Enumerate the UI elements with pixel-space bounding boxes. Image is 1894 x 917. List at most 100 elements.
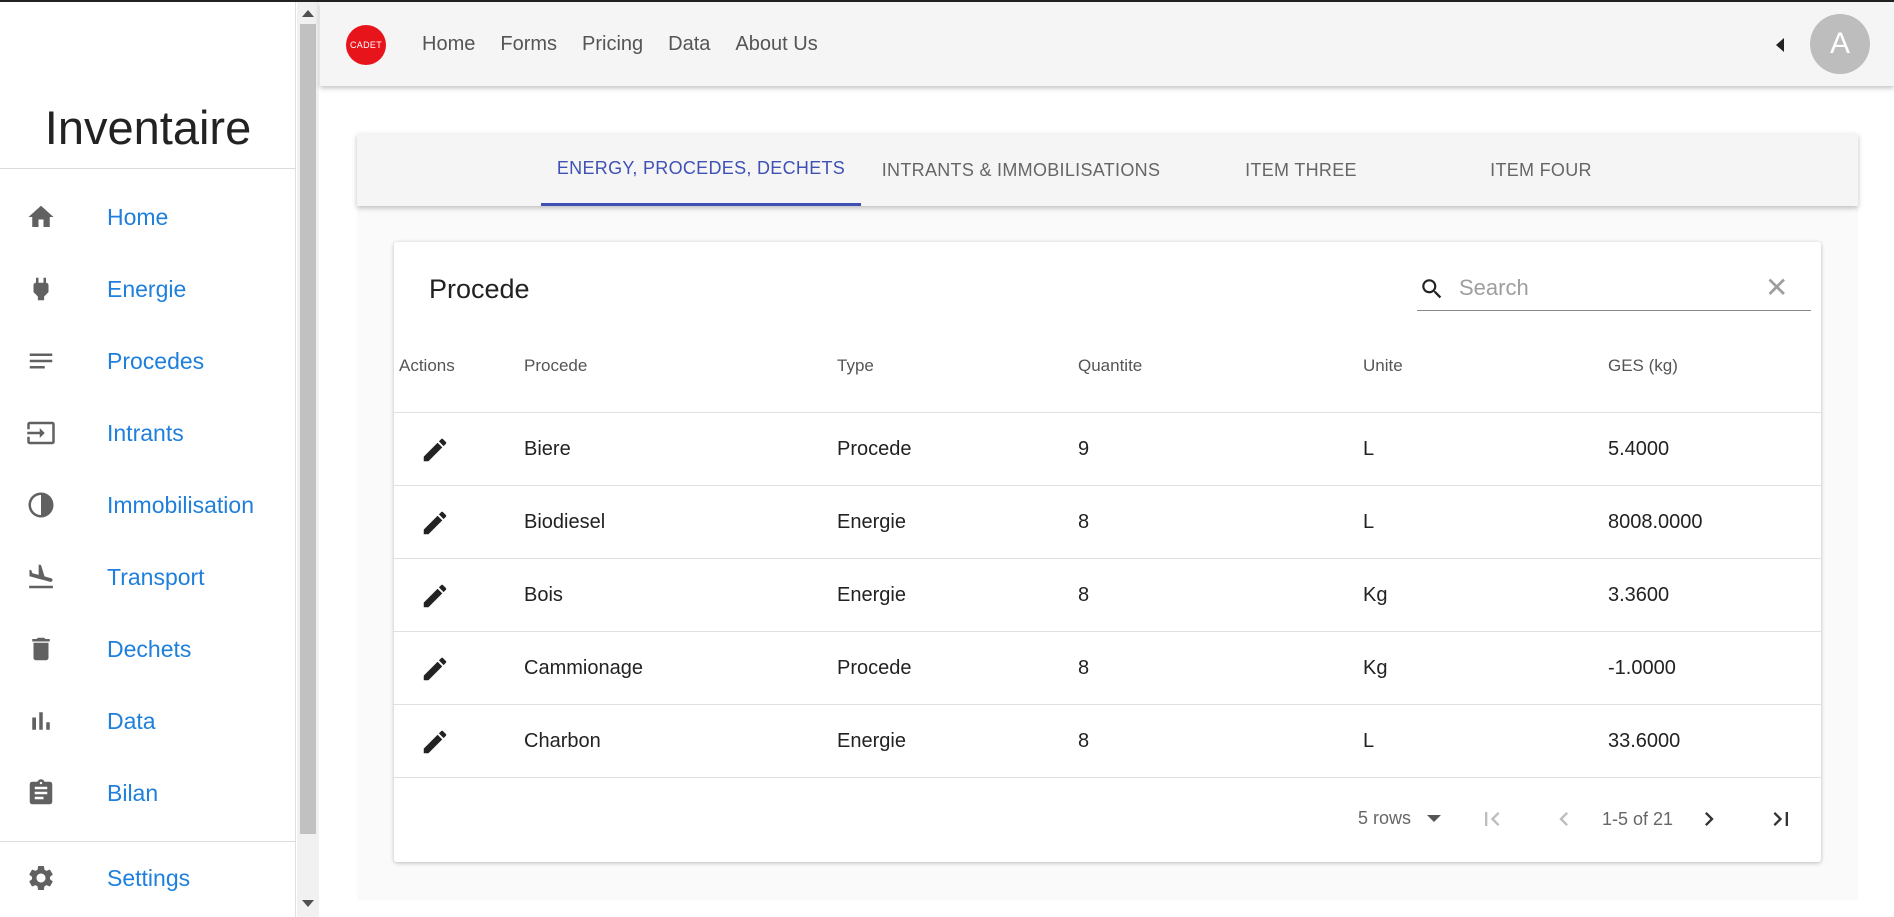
divider <box>0 841 296 842</box>
trash-icon <box>26 634 56 664</box>
gear-icon <box>26 863 56 893</box>
next-page-icon[interactable] <box>1694 804 1724 834</box>
first-page-icon[interactable] <box>1477 804 1507 834</box>
sidebar-item-settings[interactable]: Settings <box>0 848 296 908</box>
sidebar-item-label: Bilan <box>107 779 159 806</box>
sidebar-item-home[interactable]: Home <box>0 187 296 247</box>
sidebar-item-data[interactable]: Data <box>0 691 296 751</box>
sidebar-item-label: Home <box>107 203 169 230</box>
tab-intrants-immobilisations[interactable]: INTRANTS & IMMOBILISATIONS <box>861 134 1181 206</box>
cell-quantite: 9 <box>1078 438 1090 460</box>
sidebar-item-label: Dechets <box>107 635 192 662</box>
column-header-procede[interactable]: Procede <box>524 356 587 376</box>
cell-unite: Kg <box>1363 657 1388 679</box>
column-header-ges[interactable]: GES (kg) <box>1608 356 1678 376</box>
cell-type: Procede <box>837 657 912 679</box>
search-field: ✕ <box>1417 267 1811 311</box>
table-row: Biere Procede 9 L 5.4000 <box>394 412 1821 485</box>
previous-page-icon[interactable] <box>1549 804 1579 834</box>
cell-quantite: 8 <box>1078 584 1090 606</box>
airplane-landing-icon <box>26 562 56 592</box>
sidebar-item-label: Settings <box>107 864 191 891</box>
main-content: ENERGY, PROCEDES, DECHETS INTRANTS & IMM… <box>357 134 1858 900</box>
scroll-up-arrow-icon[interactable] <box>302 10 314 17</box>
scrollbar-thumb[interactable] <box>300 24 316 834</box>
table-title: Procede <box>429 274 530 304</box>
rows-per-page-value: 5 rows <box>1358 808 1412 828</box>
home-icon <box>26 202 56 232</box>
column-header-type[interactable]: Type <box>837 356 874 376</box>
clear-search-icon[interactable]: ✕ <box>1765 274 1788 302</box>
cell-ges: 3.3600 <box>1608 584 1670 606</box>
tab-energy-procedes-dechets[interactable]: ENERGY, PROCEDES, DECHETS <box>541 134 861 206</box>
divider <box>0 168 296 169</box>
cell-procede: Biere <box>524 438 571 460</box>
input-icon <box>26 418 56 448</box>
sidebar-brand: Inventaire <box>44 101 252 154</box>
sidebar-item-procedes[interactable]: Procedes <box>0 331 296 391</box>
table-header: Actions Procede Type Quantite Unite GES … <box>394 342 1821 388</box>
page-range: 1-5 of 21 <box>1602 809 1674 829</box>
sidebar-item-immobilisation[interactable]: Immobilisation <box>0 475 296 535</box>
sidebar: Inventaire Home Energie Procedes Intrant… <box>0 2 296 917</box>
edit-icon[interactable] <box>420 435 450 471</box>
last-page-icon[interactable] <box>1766 804 1796 834</box>
cell-quantite: 8 <box>1078 657 1090 679</box>
cell-unite: L <box>1363 730 1375 752</box>
cadet-logo[interactable]: CADET <box>346 25 386 65</box>
cell-ges: -1.0000 <box>1608 657 1676 679</box>
tab-item-three[interactable]: ITEM THREE <box>1181 134 1421 206</box>
lines-icon <box>26 346 56 376</box>
cell-ges: 33.6000 <box>1608 730 1681 752</box>
sidebar-scrollbar[interactable] <box>297 2 319 917</box>
tabs-bar: ENERGY, PROCEDES, DECHETS INTRANTS & IMM… <box>357 134 1858 206</box>
table-row: Bois Energie 8 Kg 3.3600 <box>394 558 1821 631</box>
cell-procede: Bois <box>524 584 563 606</box>
dropdown-arrow-icon <box>1427 815 1442 822</box>
sidebar-item-label: Energie <box>107 275 187 302</box>
column-header-unite[interactable]: Unite <box>1363 356 1403 376</box>
caret-left-icon[interactable] <box>1776 38 1784 52</box>
sidebar-item-label: Intrants <box>107 419 184 446</box>
cell-unite: Kg <box>1363 584 1388 606</box>
nav-link-about-us[interactable]: About Us <box>735 33 817 56</box>
edit-icon[interactable] <box>420 508 450 544</box>
top-nav: Home Forms Pricing Data About Us <box>422 33 843 56</box>
sidebar-item-label: Transport <box>107 563 205 590</box>
sidebar-item-label: Data <box>107 707 156 734</box>
nav-link-pricing[interactable]: Pricing <box>582 33 643 56</box>
search-input[interactable] <box>1459 273 1759 303</box>
sidebar-item-dechets[interactable]: Dechets <box>0 619 296 679</box>
edit-icon[interactable] <box>420 654 450 690</box>
table-row: Charbon Energie 8 L 33.6000 <box>394 704 1821 777</box>
cell-type: Energie <box>837 511 906 533</box>
nav-link-home[interactable]: Home <box>422 33 475 56</box>
edit-icon[interactable] <box>420 581 450 617</box>
tab-item-four[interactable]: ITEM FOUR <box>1421 134 1661 206</box>
avatar[interactable]: A <box>1810 14 1870 74</box>
contrast-icon <box>26 490 56 520</box>
sidebar-item-bilan[interactable]: Bilan <box>0 763 296 823</box>
sidebar-item-label: Procedes <box>107 347 205 374</box>
procede-table-card: Procede ✕ Actions Procede Type Quantite … <box>394 242 1821 862</box>
sidebar-item-energie[interactable]: Energie <box>0 259 296 319</box>
sidebar-item-transport[interactable]: Transport <box>0 547 296 607</box>
rows-per-page-select[interactable]: 5 rows <box>1358 808 1442 829</box>
column-header-actions[interactable]: Actions <box>399 356 455 376</box>
cell-procede: Cammionage <box>524 657 643 679</box>
cell-type: Procede <box>837 438 912 460</box>
sidebar-item-intrants[interactable]: Intrants <box>0 403 296 463</box>
cell-ges: 8008.0000 <box>1608 511 1703 533</box>
nav-link-data[interactable]: Data <box>668 33 710 56</box>
cell-unite: L <box>1363 438 1375 460</box>
scroll-down-arrow-icon[interactable] <box>302 900 314 907</box>
plug-icon <box>26 274 56 304</box>
cell-procede: Biodiesel <box>524 511 606 533</box>
app-bar: CADET Home Forms Pricing Data About Us A <box>320 2 1894 86</box>
cell-type: Energie <box>837 730 906 752</box>
clipboard-icon <box>26 778 56 808</box>
search-icon <box>1419 276 1445 307</box>
column-header-quantite[interactable]: Quantite <box>1078 356 1142 376</box>
edit-icon[interactable] <box>420 727 450 763</box>
nav-link-forms[interactable]: Forms <box>500 33 557 56</box>
